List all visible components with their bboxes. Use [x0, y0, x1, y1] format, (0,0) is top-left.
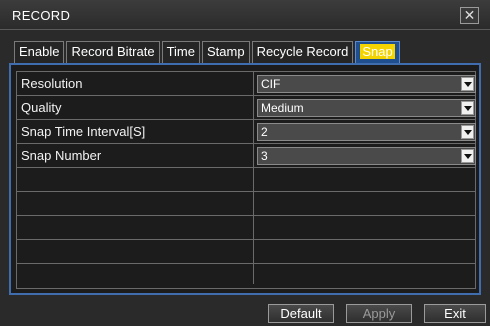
setting-row-quality: Quality Medium [17, 96, 476, 120]
tab-bar: Enable Record Bitrate Time Stamp Recycle… [14, 41, 400, 63]
tab-time[interactable]: Time [161, 41, 200, 63]
quality-value: Medium [261, 101, 304, 115]
resolution-value: CIF [261, 77, 281, 91]
snap-interval-select[interactable]: 2 [257, 123, 476, 141]
window-title: RECORD [12, 8, 71, 23]
snap-number-select[interactable]: 3 [257, 147, 476, 165]
chevron-down-icon[interactable] [461, 125, 474, 139]
default-button[interactable]: Default [268, 304, 334, 323]
chevron-down-icon[interactable] [461, 101, 474, 115]
resolution-select[interactable]: CIF [257, 75, 476, 93]
setting-row-resolution: Resolution CIF [17, 72, 476, 96]
setting-row-snap-interval: Snap Time Interval[S] 2 [17, 120, 476, 144]
settings-grid: Resolution CIF Quality Medium Snap Time … [16, 71, 476, 289]
snap-number-label: Snap Number [17, 144, 254, 167]
snap-interval-value: 2 [261, 125, 268, 139]
empty-row [17, 216, 475, 240]
snap-number-value: 3 [261, 149, 268, 163]
title-bar: RECORD ✕ [0, 0, 490, 30]
empty-row [17, 240, 475, 264]
close-icon[interactable]: ✕ [460, 7, 479, 24]
empty-row [17, 192, 475, 216]
chevron-down-icon[interactable] [461, 77, 474, 91]
quality-select[interactable]: Medium [257, 99, 476, 117]
chevron-down-icon[interactable] [461, 149, 474, 163]
tab-record-bitrate[interactable]: Record Bitrate [66, 41, 160, 63]
tab-snap[interactable]: Snap [355, 41, 400, 63]
exit-button[interactable]: Exit [424, 304, 486, 323]
resolution-label: Resolution [17, 72, 254, 95]
settings-panel: Resolution CIF Quality Medium Snap Time … [9, 63, 481, 295]
snap-interval-label: Snap Time Interval[S] [17, 120, 254, 143]
empty-row [17, 264, 475, 284]
tab-snap-label: Snap [360, 44, 395, 59]
tab-stamp[interactable]: Stamp [201, 41, 250, 63]
quality-label: Quality [17, 96, 254, 119]
empty-row [17, 168, 475, 192]
setting-row-snap-number: Snap Number 3 [17, 144, 476, 168]
apply-button[interactable]: Apply [346, 304, 412, 323]
tab-recycle-record[interactable]: Recycle Record [251, 41, 354, 63]
tab-enable[interactable]: Enable [14, 41, 65, 63]
